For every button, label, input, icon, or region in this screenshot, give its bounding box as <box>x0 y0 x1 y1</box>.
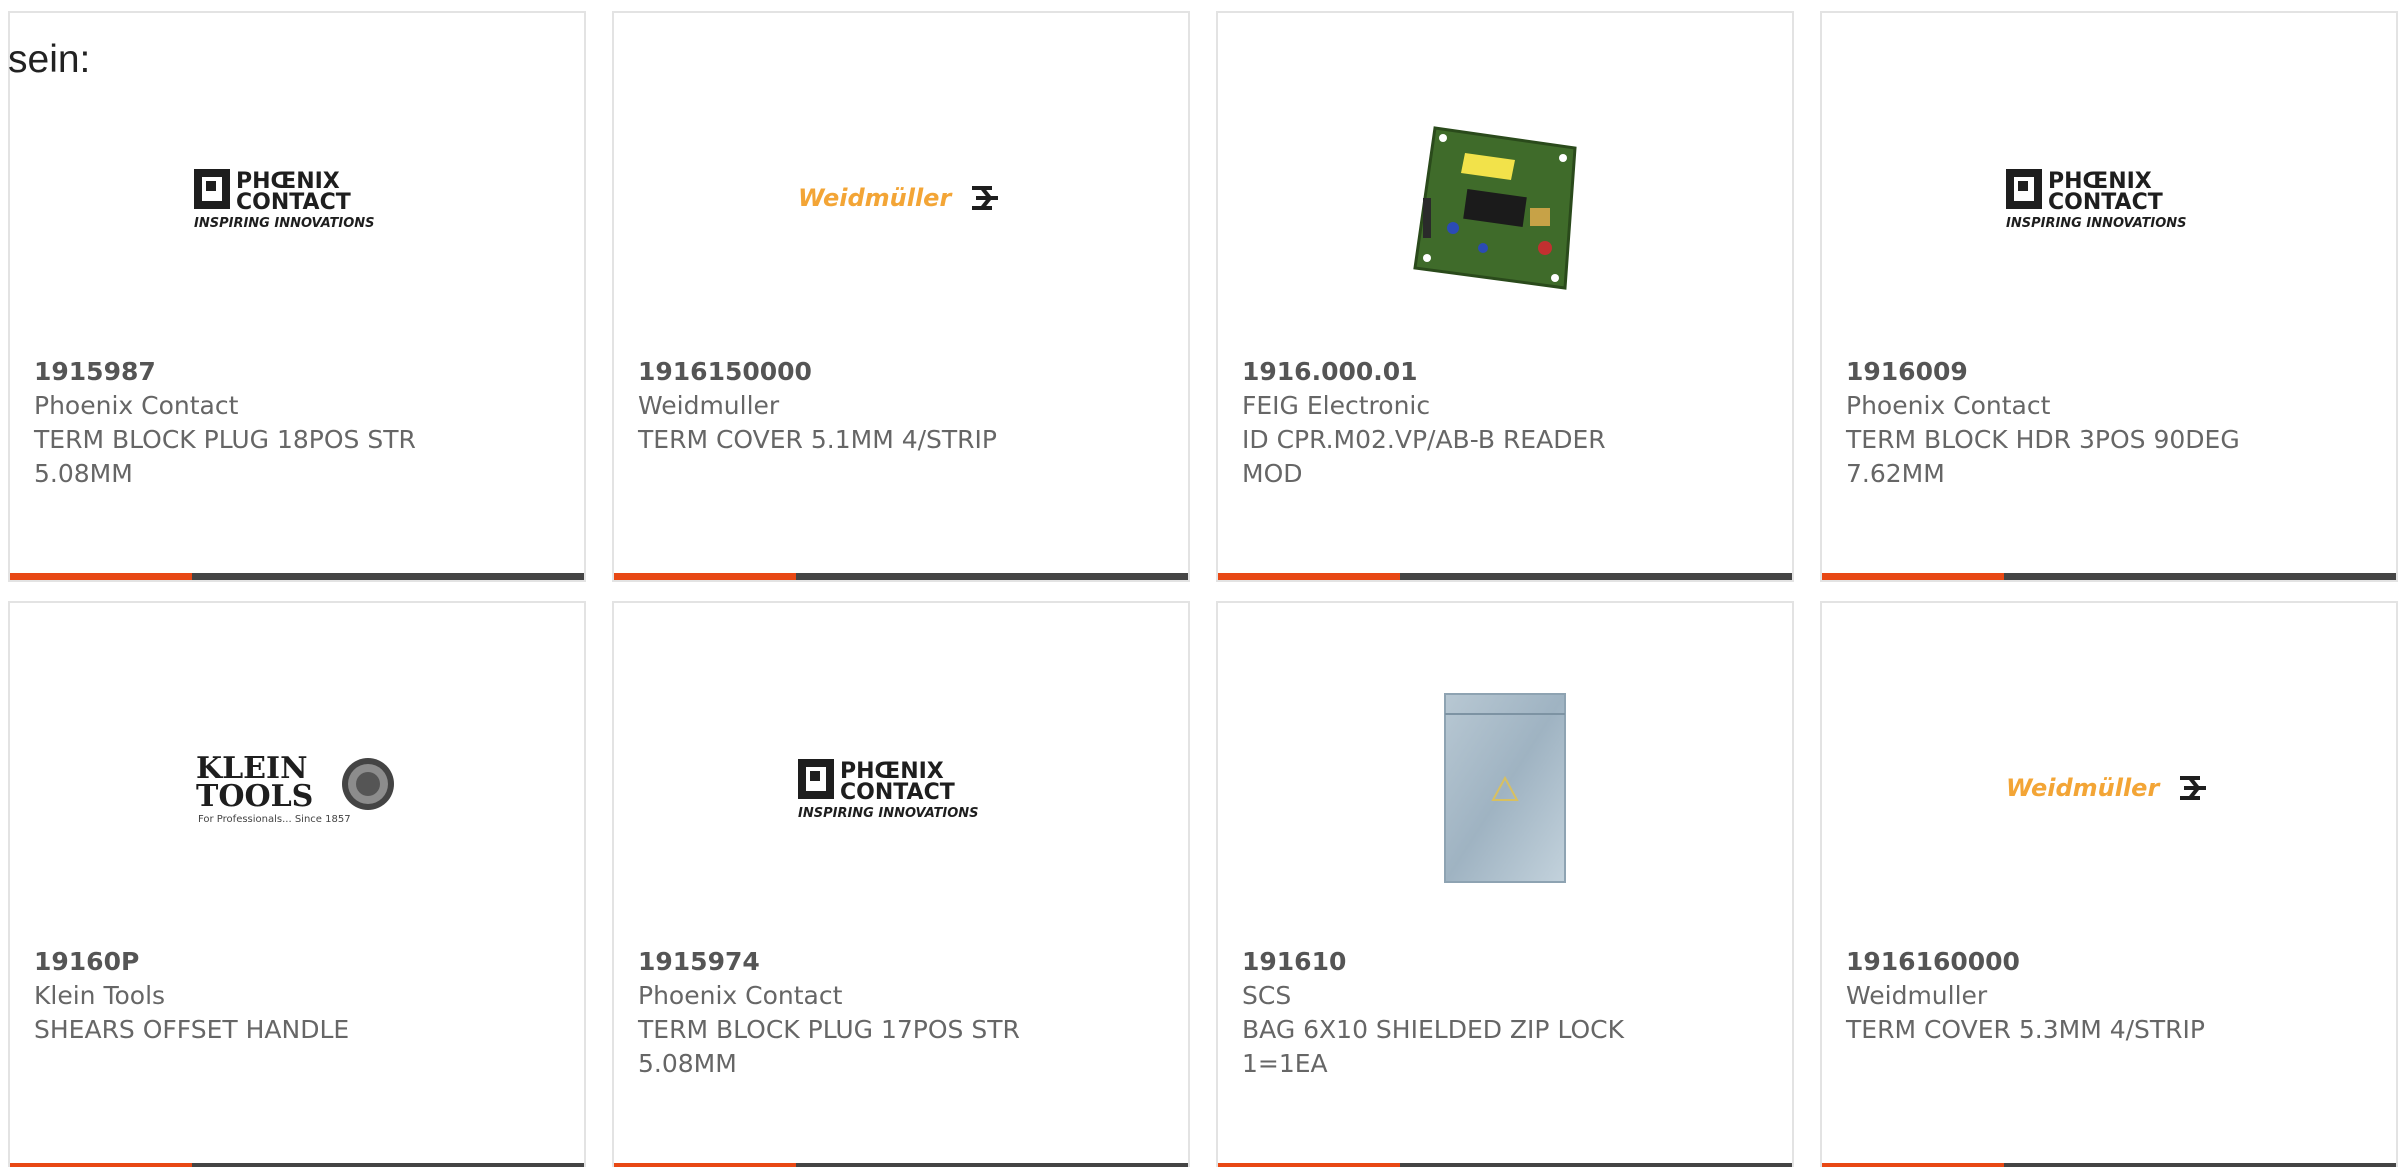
svg-text:INSPIRING INNOVATIONS: INSPIRING INNOVATIONS <box>194 216 375 231</box>
manufacturer-name: Weidmuller <box>1846 981 1988 1010</box>
product-info: 1915974 Phoenix Contact TERM BLOCK PLUG … <box>638 945 1164 1081</box>
card-accent-bar <box>1822 1163 2004 1167</box>
product-grid: PHŒNIX CONTACT INSPIRING INNOVATIONS 191… <box>8 11 2400 1167</box>
manufacturer-name: Phoenix Contact <box>638 981 843 1010</box>
product-image[interactable]: PHŒNIX CONTACT INSPIRING INNOVATIONS <box>10 73 584 323</box>
svg-text:CONTACT: CONTACT <box>2048 190 2163 215</box>
product-card[interactable]: 191610 SCS BAG 6X10 SHIELDED ZIP LOCK 1=… <box>1216 601 1794 1167</box>
product-image[interactable]: PHŒNIX CONTACT INSPIRING INNOVATIONS <box>1822 73 2396 323</box>
svg-text:INSPIRING INNOVATIONS: INSPIRING INNOVATIONS <box>2006 216 2187 231</box>
manufacturer-name: Phoenix Contact <box>34 391 239 420</box>
card-accent-bar <box>10 1163 192 1167</box>
product-description: BAG 6X10 SHIELDED ZIP LOCK 1=1EA <box>1242 1015 1625 1078</box>
card-accent-bar <box>10 573 192 580</box>
manufacturer-name: FEIG Electronic <box>1242 391 1431 420</box>
part-number[interactable]: 1916.000.01 <box>1242 355 1768 389</box>
product-description: TERM COVER 5.3MM 4/STRIP <box>1846 1015 2205 1044</box>
phoenix-contact-logo: PHŒNIX CONTACT INSPIRING INNOVATIONS <box>798 759 979 821</box>
part-number[interactable]: 1915987 <box>34 355 560 389</box>
svg-text:INSPIRING INNOVATIONS: INSPIRING INNOVATIONS <box>798 806 979 821</box>
svg-text:TOOLS: TOOLS <box>196 779 313 814</box>
part-number[interactable]: 1916160000 <box>1846 945 2372 979</box>
card-accent-bar <box>614 573 796 580</box>
card-accent-bar <box>614 1163 796 1167</box>
weidmuller-symbol-icon <box>2180 776 2206 800</box>
product-card[interactable]: KLEIN TOOLS For Professionals... Since 1… <box>8 601 586 1167</box>
product-description: SHEARS OFFSET HANDLE <box>34 1015 350 1044</box>
svg-text:CONTACT: CONTACT <box>840 780 955 805</box>
product-description: ID CPR.M02.VP/AB-B READER MOD <box>1242 425 1606 488</box>
part-number[interactable]: 1916009 <box>1846 355 2372 389</box>
klein-lineman-seal-icon <box>342 758 394 810</box>
product-image[interactable]: Weidmüller <box>614 73 1188 323</box>
circuit-board-photo <box>1413 126 1577 290</box>
product-info: 1915987 Phoenix Contact TERM BLOCK PLUG … <box>34 355 560 491</box>
manufacturer-name: Phoenix Contact <box>1846 391 2051 420</box>
product-description: TERM BLOCK PLUG 17POS STR 5.08MM <box>638 1015 1020 1078</box>
product-card[interactable]: Weidmüller 1916160000 Weidmuller TERM CO… <box>1820 601 2398 1167</box>
product-info: 1916150000 Weidmuller TERM COVER 5.1MM 4… <box>638 355 1164 457</box>
product-card[interactable]: 1916.000.01 FEIG Electronic ID CPR.M02.V… <box>1216 11 1794 582</box>
part-number[interactable]: 19160P <box>34 945 560 979</box>
part-number[interactable]: 1916150000 <box>638 355 1164 389</box>
svg-text:Weidmüller: Weidmüller <box>2006 774 2161 802</box>
card-accent-bar <box>1218 1163 1400 1167</box>
product-card[interactable]: Weidmüller 1916150000 Weidmuller TERM CO… <box>612 11 1190 582</box>
product-info: 1916009 Phoenix Contact TERM BLOCK HDR 3… <box>1846 355 2372 491</box>
product-info: 1916.000.01 FEIG Electronic ID CPR.M02.V… <box>1242 355 1768 491</box>
manufacturer-name: SCS <box>1242 981 1292 1010</box>
shielded-bag-photo <box>1444 693 1566 883</box>
product-description: TERM COVER 5.1MM 4/STRIP <box>638 425 997 454</box>
product-info: 19160P Klein Tools SHEARS OFFSET HANDLE <box>34 945 560 1047</box>
product-info: 191610 SCS BAG 6X10 SHIELDED ZIP LOCK 1=… <box>1242 945 1768 1081</box>
manufacturer-name: Weidmuller <box>638 391 780 420</box>
card-accent-bar <box>1822 573 2004 580</box>
product-description: TERM BLOCK HDR 3POS 90DEG 7.62MM <box>1846 425 2240 488</box>
svg-text:For Professionals... Since 185: For Professionals... Since 1857 <box>198 814 351 825</box>
weidmuller-symbol-icon <box>972 186 998 210</box>
phoenix-contact-logo: PHŒNIX CONTACT INSPIRING INNOVATIONS <box>194 169 375 231</box>
product-image[interactable]: PHŒNIX CONTACT INSPIRING INNOVATIONS <box>614 663 1188 913</box>
part-number[interactable]: 191610 <box>1242 945 1768 979</box>
product-image[interactable]: KLEIN TOOLS For Professionals... Since 1… <box>10 663 584 913</box>
product-image[interactable] <box>1218 663 1792 913</box>
product-card[interactable]: PHŒNIX CONTACT INSPIRING INNOVATIONS 191… <box>612 601 1190 1167</box>
weidmuller-logo: Weidmüller <box>2006 774 2206 802</box>
product-image[interactable]: Weidmüller <box>1822 663 2396 913</box>
product-image[interactable] <box>1218 73 1792 323</box>
product-grid-page: sein: PHŒNIX CONTACT INSPIRING INNOVATIO… <box>0 0 2400 1167</box>
klein-tools-logo: KLEIN TOOLS For Professionals... Since 1… <box>196 751 394 825</box>
svg-text:CONTACT: CONTACT <box>236 190 351 215</box>
phoenix-contact-logo: PHŒNIX CONTACT INSPIRING INNOVATIONS <box>2006 169 2187 231</box>
product-info: 1916160000 Weidmuller TERM COVER 5.3MM 4… <box>1846 945 2372 1047</box>
card-accent-bar <box>1218 573 1400 580</box>
product-card[interactable]: PHŒNIX CONTACT INSPIRING INNOVATIONS 191… <box>1820 11 2398 582</box>
product-description: TERM BLOCK PLUG 18POS STR 5.08MM <box>34 425 416 488</box>
product-card[interactable]: PHŒNIX CONTACT INSPIRING INNOVATIONS 191… <box>8 11 586 582</box>
intro-text: sein: <box>8 38 91 81</box>
manufacturer-name: Klein Tools <box>34 981 166 1010</box>
svg-text:Weidmüller: Weidmüller <box>798 184 953 212</box>
weidmuller-logo: Weidmüller <box>798 184 998 212</box>
part-number[interactable]: 1915974 <box>638 945 1164 979</box>
